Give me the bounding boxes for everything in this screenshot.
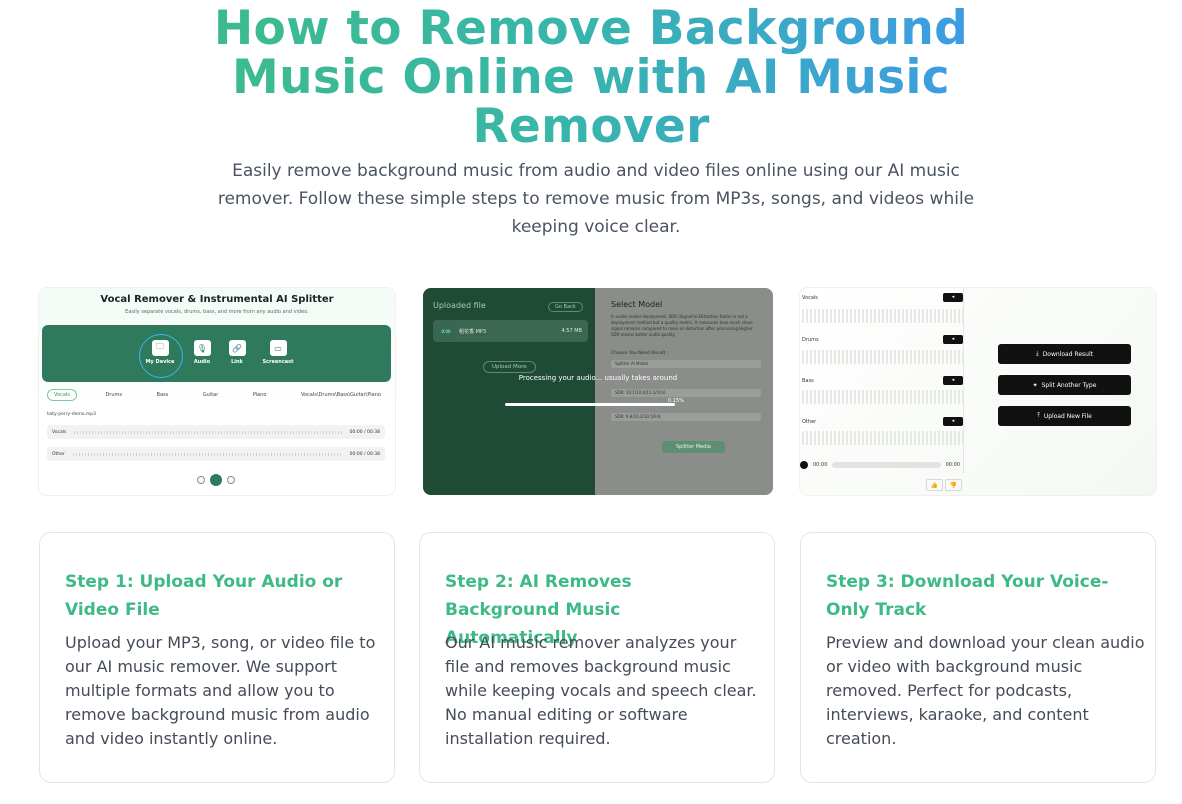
track-time: 00:00 / 00:38 xyxy=(349,429,380,435)
model-option[interactable]: SDR: 9.8/10.2/10.5/9.9 xyxy=(611,413,761,421)
file-name: katy-perry-demo.mp3 xyxy=(47,412,96,417)
option-link[interactable]: 🔗 Link xyxy=(219,340,255,365)
upload-options-panel: 🗀 My Device 🎙 Audio 🔗 Link ▭ Screencast xyxy=(42,325,391,382)
player-controls xyxy=(197,474,235,486)
upload-new-file-button[interactable]: ⤒ Upload New File xyxy=(998,406,1131,426)
step1-screenshot: Vocal Remover & Instrumental AI Splitter… xyxy=(39,288,395,495)
waveform xyxy=(74,430,342,434)
track-label: Drums xyxy=(802,337,819,343)
option-label: Link xyxy=(231,359,243,365)
model-option[interactable]: SDR: 10.1/10.0/11.1/10.6 xyxy=(611,389,761,397)
step-card-1: Step 1: Upload Your Audio or Video File … xyxy=(39,532,395,783)
uploaded-file-row: 0:00 稻花香.MP3 4.57 MB xyxy=(433,320,588,342)
option-label: My Device xyxy=(145,359,175,365)
forward-icon[interactable] xyxy=(227,476,235,484)
tab-piano[interactable]: Piano xyxy=(247,390,273,400)
processing-message: Processing your audio... usually takes a… xyxy=(518,374,678,382)
track-label: Bass xyxy=(802,378,814,384)
track-name: Other xyxy=(52,451,65,457)
player-end-time: 00:00 xyxy=(945,462,960,468)
rewind-icon[interactable] xyxy=(197,476,205,484)
download-result-button[interactable]: ⤓ Download Result xyxy=(998,344,1131,364)
sparkle-icon: ✦ xyxy=(1032,381,1038,389)
play-icon[interactable] xyxy=(210,474,222,486)
step-title: Step 1: Upload Your Audio or Video File xyxy=(65,572,343,620)
option-label: Screencast xyxy=(262,359,294,365)
split-another-type-button[interactable]: ✦ Split Another Type xyxy=(998,375,1131,395)
track-vocals[interactable]: Vocals 00:00 / 00:38 xyxy=(47,425,385,439)
tab-guitar[interactable]: Guitar xyxy=(197,390,225,400)
option-screencast[interactable]: ▭ Screencast xyxy=(260,340,296,365)
step-card-3: Step 3: Download Your Voice-Only Track P… xyxy=(800,532,1156,783)
option-label: Audio xyxy=(193,359,211,365)
waveform xyxy=(802,390,964,404)
stem-tabs: Vocals Drums Bass Guitar Piano Vocals\Dr… xyxy=(47,389,387,401)
waveform xyxy=(802,309,964,323)
thumbs-down-icon[interactable]: 👎 xyxy=(945,479,962,491)
volume-icon[interactable]: ◂ xyxy=(943,376,963,385)
select-model-title: Select Model xyxy=(611,300,663,309)
go-back-button[interactable]: Go Back xyxy=(548,302,583,312)
screen-icon: ▭ xyxy=(269,340,287,356)
model-description: In audio model deployment, SDR (Signal-t… xyxy=(611,314,753,337)
feedback-buttons: 👍 👎 xyxy=(926,479,962,491)
step-description: Preview and download your clean audio or… xyxy=(826,633,1145,748)
button-label: Download Result xyxy=(1042,350,1093,358)
tab-drums[interactable]: Drums xyxy=(99,390,128,400)
track-other[interactable]: Other 00:00 / 00:38 xyxy=(47,447,385,461)
track-name: Vocals xyxy=(52,429,67,435)
splitter-media-button[interactable]: Splitter Media xyxy=(662,441,725,453)
step-card-2: Step 2: AI Removes Background Music Auto… xyxy=(419,532,775,783)
progress-bar xyxy=(505,403,675,406)
link-icon: 🔗 xyxy=(228,340,246,356)
page-title: How to Remove Background Music Online wi… xyxy=(191,4,991,151)
step-title: Step 3: Download Your Voice-Only Track xyxy=(826,572,1109,620)
waveform xyxy=(802,350,964,364)
option-audio[interactable]: 🎙 Audio xyxy=(184,340,220,365)
uploaded-label: Uploaded file xyxy=(433,301,486,310)
microphone-icon: 🎙 xyxy=(193,340,211,356)
step3-screenshot: Vocals ◂ Drums ◂ Bass ◂ Other ◂ ⤓ Downlo… xyxy=(800,288,1156,495)
step-description: Upload your MP3, song, or video file to … xyxy=(65,633,376,748)
volume-icon[interactable]: ◂ xyxy=(943,293,963,302)
model-option[interactable]: Splitter AI Model xyxy=(611,360,761,368)
audio-player: 00:00 00:00 xyxy=(800,460,960,470)
tab-vocals[interactable]: Vocals xyxy=(47,389,77,401)
screenshot-app-title: Vocal Remover & Instrumental AI Splitter xyxy=(100,294,334,305)
page-subtitle: Easily remove background music from audi… xyxy=(217,161,975,237)
folder-icon: 🗀 xyxy=(151,340,169,356)
button-label: Split Another Type xyxy=(1041,381,1097,389)
tab-all-stems[interactable]: Vocals\Drums\Bass\Guitar\Piano xyxy=(295,390,387,400)
choose-result-label: Choose You Need Result : xyxy=(611,351,669,356)
track-label: Other xyxy=(802,419,817,425)
progress-percent: 0.15% xyxy=(668,398,684,404)
play-icon[interactable] xyxy=(800,461,808,469)
button-label: Upload New File xyxy=(1043,412,1092,420)
track-time: 00:00 / 00:38 xyxy=(349,451,380,457)
upload-icon: ⤒ xyxy=(1037,412,1040,419)
volume-icon[interactable]: ◂ xyxy=(943,417,963,426)
player-seek-bar[interactable] xyxy=(832,462,941,468)
uploaded-file-size: 4.57 MB xyxy=(561,328,582,334)
screenshot-app-subtitle: Easily separate vocals, drums, bass, and… xyxy=(125,309,309,315)
download-icon: ⤓ xyxy=(1036,350,1039,357)
waveform xyxy=(72,452,342,456)
file-thumbnail: 0:00 xyxy=(439,324,453,338)
player-start-time: 00:00 xyxy=(813,462,828,468)
waveform xyxy=(802,431,964,445)
option-my-device[interactable]: 🗀 My Device xyxy=(142,340,178,365)
track-label: Vocals xyxy=(802,295,818,301)
volume-icon[interactable]: ◂ xyxy=(943,335,963,344)
thumbs-up-icon[interactable]: 👍 xyxy=(926,479,943,491)
uploaded-file-name: 稻花香.MP3 xyxy=(459,328,487,335)
tab-bass[interactable]: Bass xyxy=(151,390,175,400)
step-description: Our AI music remover analyzes your file … xyxy=(445,633,757,748)
upload-more-button[interactable]: Upload More xyxy=(483,361,536,373)
step2-screenshot: Uploaded file Go Back 0:00 稻花香.MP3 4.57 … xyxy=(423,288,773,495)
